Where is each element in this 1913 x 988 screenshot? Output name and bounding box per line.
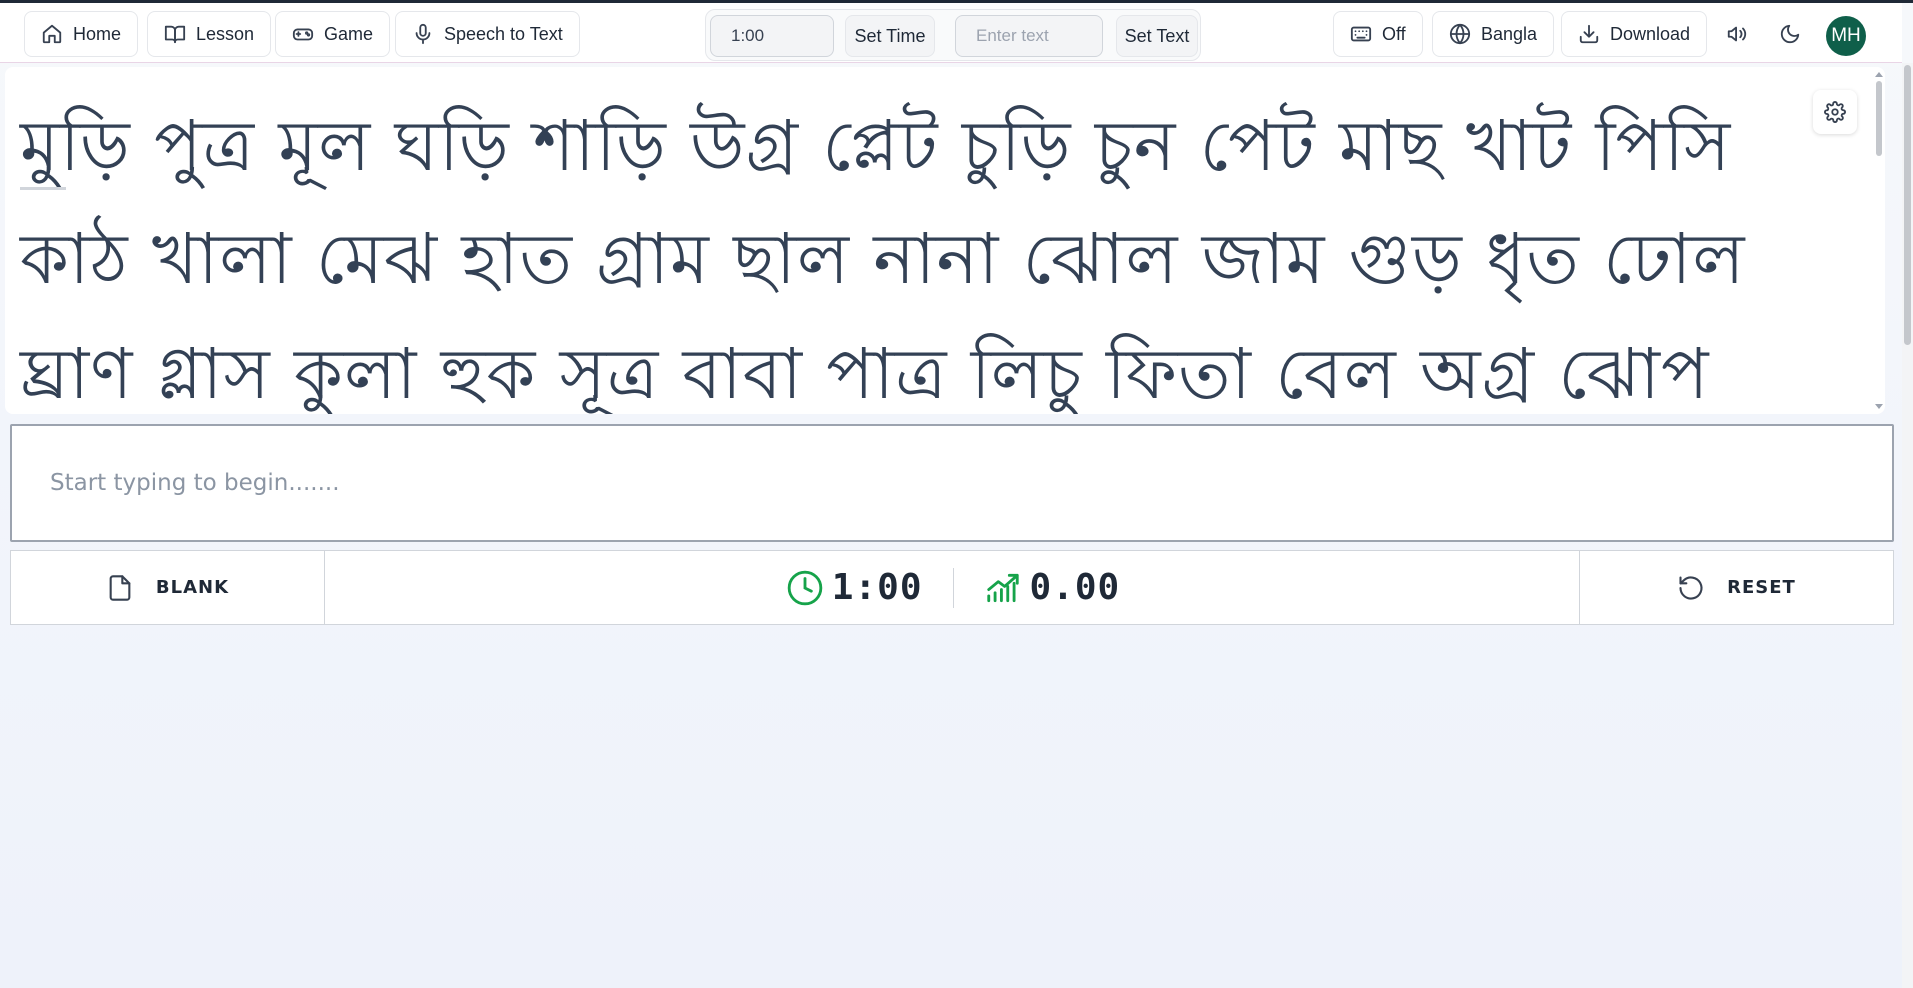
speech-to-text-button[interactable]: Speech to Text (395, 11, 580, 57)
text-display-scrollbar[interactable] (1873, 67, 1885, 414)
text-line: মুড়ি পুত্র মূল ঘড়ি শাড়ি উগ্র প্লেট চু… (20, 105, 1732, 187)
clock-icon (787, 570, 823, 605)
navbar: Home Lesson Game Speech to Text Set Time… (0, 3, 1902, 63)
timer-stat: 1:00 (786, 567, 923, 608)
speed-value: 0.00 (1029, 567, 1121, 608)
scroll-up-arrow[interactable] (1875, 72, 1883, 77)
language-label: Bangla (1481, 23, 1538, 44)
lesson-label: Lesson (196, 23, 255, 44)
display-settings-button[interactable] (1813, 90, 1857, 134)
text-line: কাঠ খালা মেঝ হাত গ্রাম ছাল নানা ঝোল জাম … (20, 218, 1746, 300)
download-icon (1579, 24, 1599, 44)
file-icon (109, 574, 131, 601)
book-icon (164, 25, 186, 44)
time-text-controls: Set Time Set Text (705, 9, 1201, 61)
avatar[interactable]: MH (1826, 16, 1866, 56)
reset-button[interactable]: RESET (1579, 551, 1893, 624)
download-button[interactable]: Download (1561, 11, 1708, 57)
language-button[interactable]: Bangla (1432, 11, 1555, 57)
globe-icon (1449, 23, 1471, 45)
game-label: Game (324, 23, 374, 44)
growth-chart-icon (986, 573, 1019, 602)
control-bar: BLANK 1:00 0.00 RESET (10, 550, 1894, 625)
custom-text-input[interactable] (955, 15, 1103, 57)
blank-button[interactable]: BLANK (11, 551, 325, 624)
keyboard-label: Off (1382, 23, 1406, 44)
set-text-button[interactable]: Set Text (1116, 15, 1198, 57)
home-button[interactable]: Home (24, 11, 139, 57)
dark-mode-button[interactable] (1773, 17, 1807, 51)
game-button[interactable]: Game (275, 11, 391, 57)
home-icon (42, 24, 62, 44)
gamepad-icon (292, 28, 314, 41)
microphone-icon (415, 23, 431, 45)
blank-label: BLANK (155, 577, 230, 598)
sound-button[interactable] (1720, 17, 1754, 51)
volume-icon (1727, 26, 1747, 42)
moon-icon (1780, 24, 1800, 44)
lesson-button[interactable]: Lesson (147, 11, 272, 57)
practice-text-display: মুড়ি পুত্র মূল ঘড়ি শাড়ি উগ্র প্লেট চু… (5, 67, 1885, 414)
stat-divider (952, 567, 954, 608)
timer-value: 1:00 (831, 567, 923, 608)
keyboard-icon (1350, 26, 1372, 42)
typing-caret (20, 187, 66, 190)
speed-stat: 0.00 (984, 567, 1121, 608)
download-label: Download (1610, 23, 1691, 44)
reset-icon (1679, 575, 1703, 600)
page-scroll-thumb[interactable] (1904, 65, 1911, 345)
scroll-thumb[interactable] (1876, 81, 1882, 156)
set-time-button[interactable]: Set Time (845, 15, 935, 57)
scroll-down-arrow[interactable] (1875, 404, 1883, 409)
page-scrollbar[interactable] (1902, 63, 1913, 988)
time-input[interactable] (710, 15, 834, 57)
text-line: ঘ্রাণ গ্লাস কুলা হুক সূত্র বাবা পাত্র লি… (20, 333, 1710, 414)
typing-input[interactable] (10, 424, 1894, 542)
stats-panel: 1:00 0.00 (325, 551, 1581, 624)
speech-label: Speech to Text (444, 23, 563, 44)
gear-icon (1824, 101, 1846, 123)
home-label: Home (73, 23, 122, 44)
reset-label: RESET (1727, 577, 1796, 598)
keyboard-toggle-button[interactable]: Off (1333, 11, 1423, 57)
